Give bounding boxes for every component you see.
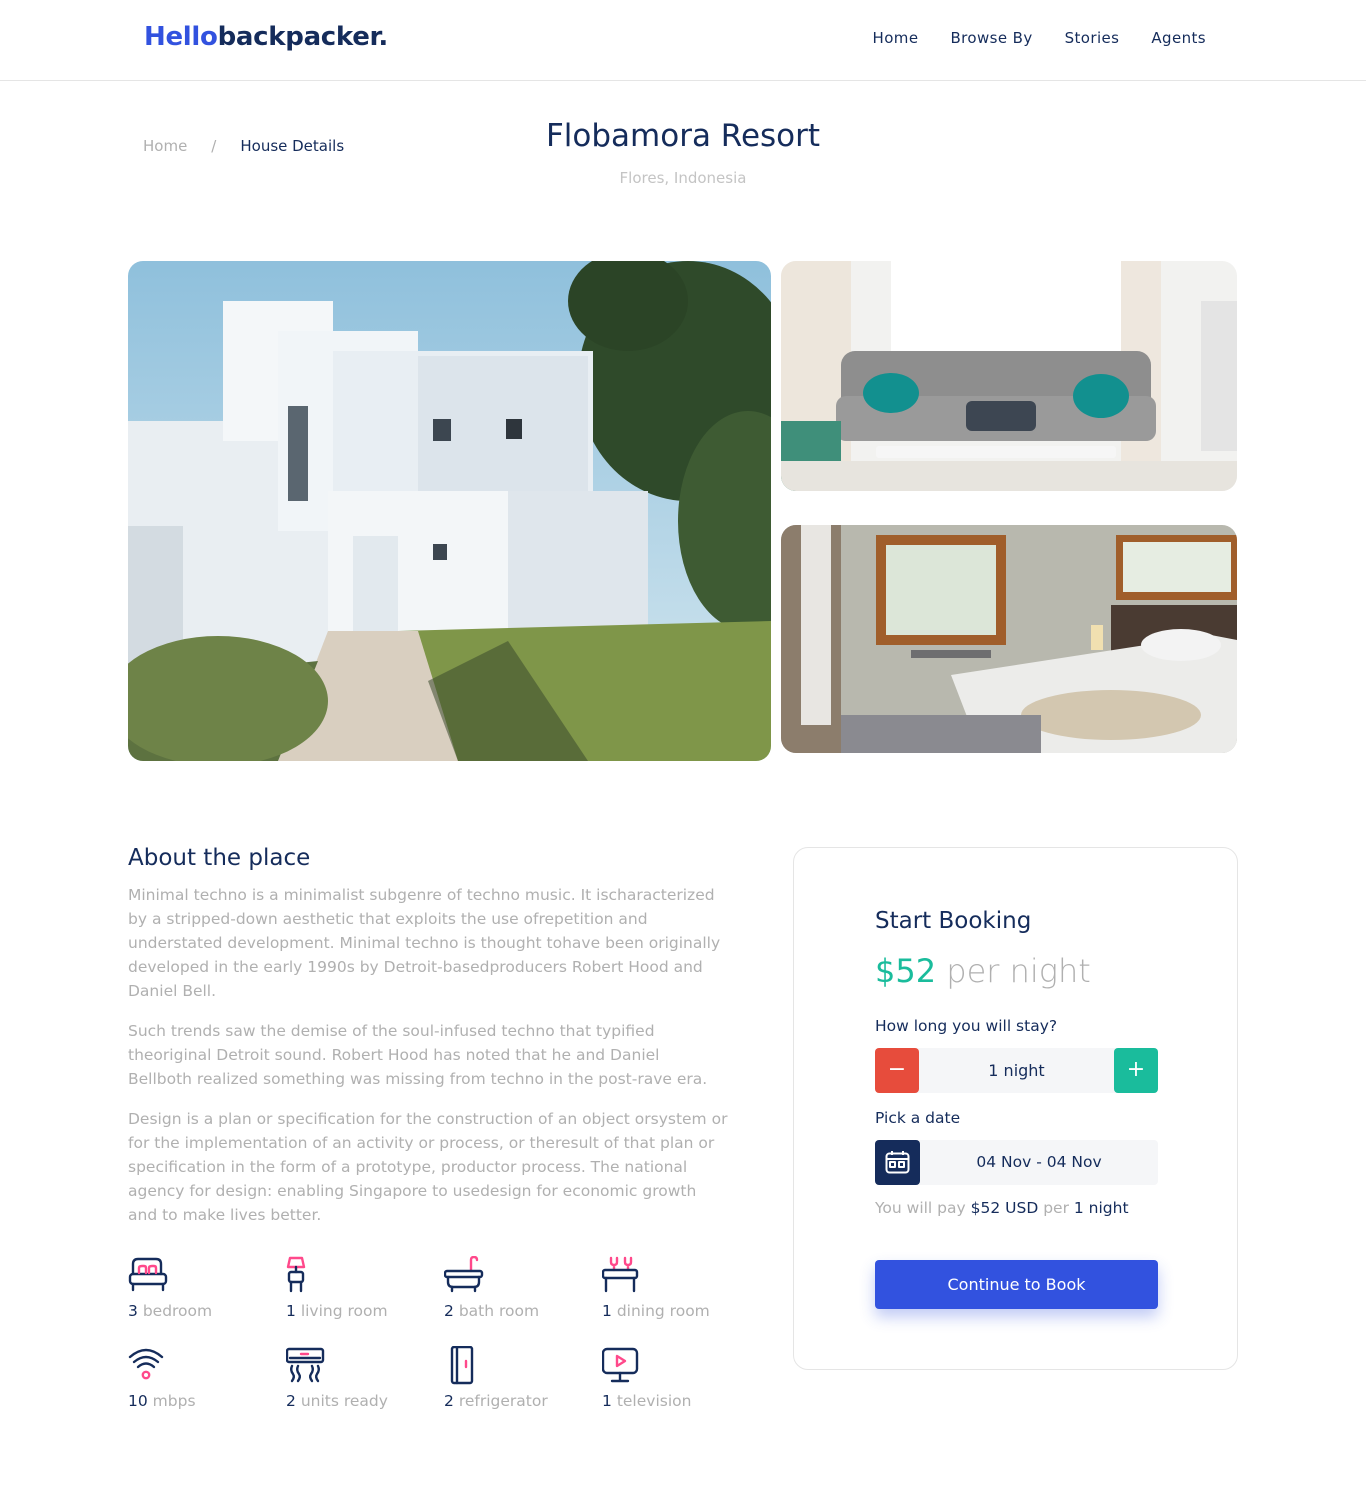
feature-air-conditioner-label: 2 units ready <box>286 1392 436 1410</box>
feature-television-text: television <box>616 1392 692 1410</box>
brand-logo-part1: Hello <box>144 22 218 52</box>
about-paragraph-2: Such trends saw the demise of the soul-i… <box>128 1022 708 1088</box>
duration-label: How long you will stay? <box>875 1017 1058 1035</box>
nav-stories[interactable]: Stories <box>1065 29 1120 47</box>
payment-summary: You will pay $52 USD per 1 night <box>875 1199 1129 1217</box>
dining-table-icon <box>602 1256 639 1293</box>
air-conditioner-icon <box>286 1347 325 1383</box>
feature-internet-count: 10 <box>128 1392 148 1410</box>
date-picker[interactable]: 04 Nov - 04 Nov <box>875 1140 1158 1185</box>
feature-bedroom-text: bedroom <box>142 1302 213 1320</box>
about-paragraph-1: Minimal techno is a minimalist subgenre … <box>128 886 721 1000</box>
calendar-icon <box>885 1151 910 1174</box>
duration-stepper: − 1 night + <box>875 1048 1158 1093</box>
calendar-button[interactable] <box>875 1140 920 1185</box>
feature-refrigerator-text: refrigerator <box>458 1392 548 1410</box>
booking-card: Start Booking $52 per night How long you… <box>793 847 1238 1370</box>
nav-browse-by[interactable]: Browse By <box>950 29 1032 47</box>
bed-icon <box>128 1257 168 1292</box>
booking-title: Start Booking <box>875 908 1032 934</box>
feature-internet: 10 mbps <box>128 1346 278 1410</box>
feature-bedroom: 3 bedroom <box>128 1256 278 1320</box>
feature-refrigerator-label: 2 refrigerator <box>444 1392 594 1410</box>
feature-air-conditioner: 2 units ready <box>286 1346 436 1410</box>
lamp-icon <box>286 1256 306 1293</box>
feature-bath-room: 2 bath room <box>444 1256 594 1320</box>
feature-television-label: 1 television <box>602 1392 752 1410</box>
continue-to-book-button[interactable]: Continue to Book <box>875 1260 1158 1309</box>
feature-air-conditioner-count: 2 <box>286 1392 296 1410</box>
feature-refrigerator: 2 refrigerator <box>444 1346 594 1410</box>
feature-living-room-text: living room <box>300 1302 388 1320</box>
pay-amount: $52 USD <box>970 1199 1039 1217</box>
property-location: Flores, Indonesia <box>619 169 747 187</box>
feature-refrigerator-count: 2 <box>444 1392 454 1410</box>
price-unit: per night <box>946 952 1091 990</box>
brand-logo[interactable]: Hellobackpacker. <box>144 22 388 52</box>
bedroom-photo <box>781 525 1237 753</box>
feature-living-room-label: 1 living room <box>286 1302 436 1320</box>
feature-dining-room-text: dining room <box>616 1302 710 1320</box>
feature-dining-room-label: 1 dining room <box>602 1302 752 1320</box>
main-nav: Home Browse By Stories Agents <box>873 29 1206 47</box>
booking-price: $52 per night <box>875 952 1091 990</box>
feature-living-room: 1 living room <box>286 1256 436 1320</box>
feature-television-count: 1 <box>602 1392 612 1410</box>
wifi-icon <box>128 1348 164 1380</box>
pay-nights: 1 night <box>1073 1199 1129 1217</box>
duration-value[interactable]: 1 night <box>919 1048 1114 1093</box>
price-amount: $52 <box>875 952 937 990</box>
living-room-photo <box>781 261 1237 491</box>
feature-dining-room: 1 dining room <box>602 1256 752 1320</box>
house-exterior-photo <box>128 261 771 761</box>
feature-dining-room-count: 1 <box>602 1302 612 1320</box>
feature-bedroom-label: 3 bedroom <box>128 1302 278 1320</box>
feature-internet-text: mbps <box>152 1392 196 1410</box>
feature-internet-label: 10 mbps <box>128 1392 278 1410</box>
top-navbar: Hellobackpacker. Home Browse By Stories … <box>0 0 1366 81</box>
feature-bath-room-count: 2 <box>444 1302 454 1320</box>
nav-home[interactable]: Home <box>873 29 919 47</box>
pay-prefix: You will pay <box>875 1199 966 1217</box>
feature-air-conditioner-text: units ready <box>300 1392 388 1410</box>
pay-middle: per <box>1043 1199 1069 1217</box>
bathtub-icon <box>444 1256 484 1293</box>
feature-bedroom-count: 3 <box>128 1302 138 1320</box>
feature-television: 1 television <box>602 1346 752 1410</box>
nav-agents[interactable]: Agents <box>1151 29 1206 47</box>
date-label: Pick a date <box>875 1109 961 1127</box>
television-icon <box>602 1347 639 1383</box>
feature-bath-room-label: 2 bath room <box>444 1302 594 1320</box>
brand-logo-part2: backpacker. <box>217 22 389 52</box>
decrease-duration-button[interactable]: − <box>875 1048 919 1093</box>
feature-bath-room-text: bath room <box>458 1302 540 1320</box>
date-value: 04 Nov - 04 Nov <box>976 1153 1102 1171</box>
about-title: About the place <box>128 845 311 871</box>
feature-living-room-count: 1 <box>286 1302 296 1320</box>
about-paragraph-3: Design is a plan or specification for th… <box>128 1110 728 1224</box>
page-title: Flobamora Resort <box>545 118 821 154</box>
refrigerator-icon <box>450 1346 474 1385</box>
increase-duration-button[interactable]: + <box>1114 1048 1158 1093</box>
